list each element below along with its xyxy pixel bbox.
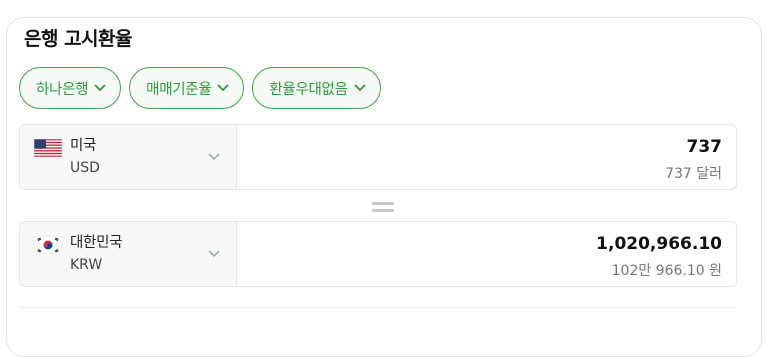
to-amount-text: 102만 966.10 원 bbox=[611, 263, 722, 279]
from-currency-select[interactable]: 미국 USD bbox=[20, 125, 237, 189]
chevron-down-icon bbox=[208, 250, 220, 258]
chevron-down-icon bbox=[208, 153, 220, 161]
to-currency-code: KRW bbox=[70, 257, 103, 273]
filter-chips: 하나은행 매매기준율 환율우대없음 bbox=[19, 67, 381, 109]
chevron-down-icon bbox=[217, 84, 230, 92]
from-country-name: 미국 bbox=[70, 138, 97, 154]
widget-title: 은행 고시환율 bbox=[24, 28, 133, 50]
to-amount-input[interactable]: 1,020,966.10 bbox=[596, 234, 722, 254]
from-currency-code: USD bbox=[70, 160, 100, 176]
to-country-name: 대한민국 bbox=[70, 235, 123, 251]
from-amount-input[interactable]: 737 bbox=[687, 137, 723, 157]
equals-icon bbox=[372, 202, 394, 212]
to-currency-row: 대한민국 KRW 1,020,966.10 102만 966.10 원 bbox=[19, 221, 737, 287]
section-divider bbox=[19, 307, 737, 308]
chip-label: 매매기준율 bbox=[146, 81, 212, 98]
chevron-down-icon bbox=[353, 84, 366, 92]
rate-type-chip[interactable]: 매매기준율 bbox=[129, 67, 245, 109]
from-amount-text: 737 달러 bbox=[665, 166, 722, 182]
bank-select-chip[interactable]: 하나은행 bbox=[19, 67, 122, 109]
kr-flag-icon bbox=[34, 236, 62, 254]
preferential-rate-chip[interactable]: 환율우대없음 bbox=[252, 67, 381, 109]
to-currency-select[interactable]: 대한민국 KRW bbox=[20, 222, 237, 286]
chevron-down-icon bbox=[94, 84, 106, 92]
chip-label: 하나은행 bbox=[36, 81, 89, 98]
from-currency-row: 미국 USD 737 737 달러 bbox=[19, 124, 737, 190]
chip-label: 환율우대없음 bbox=[269, 81, 348, 98]
us-flag-icon bbox=[34, 139, 62, 157]
